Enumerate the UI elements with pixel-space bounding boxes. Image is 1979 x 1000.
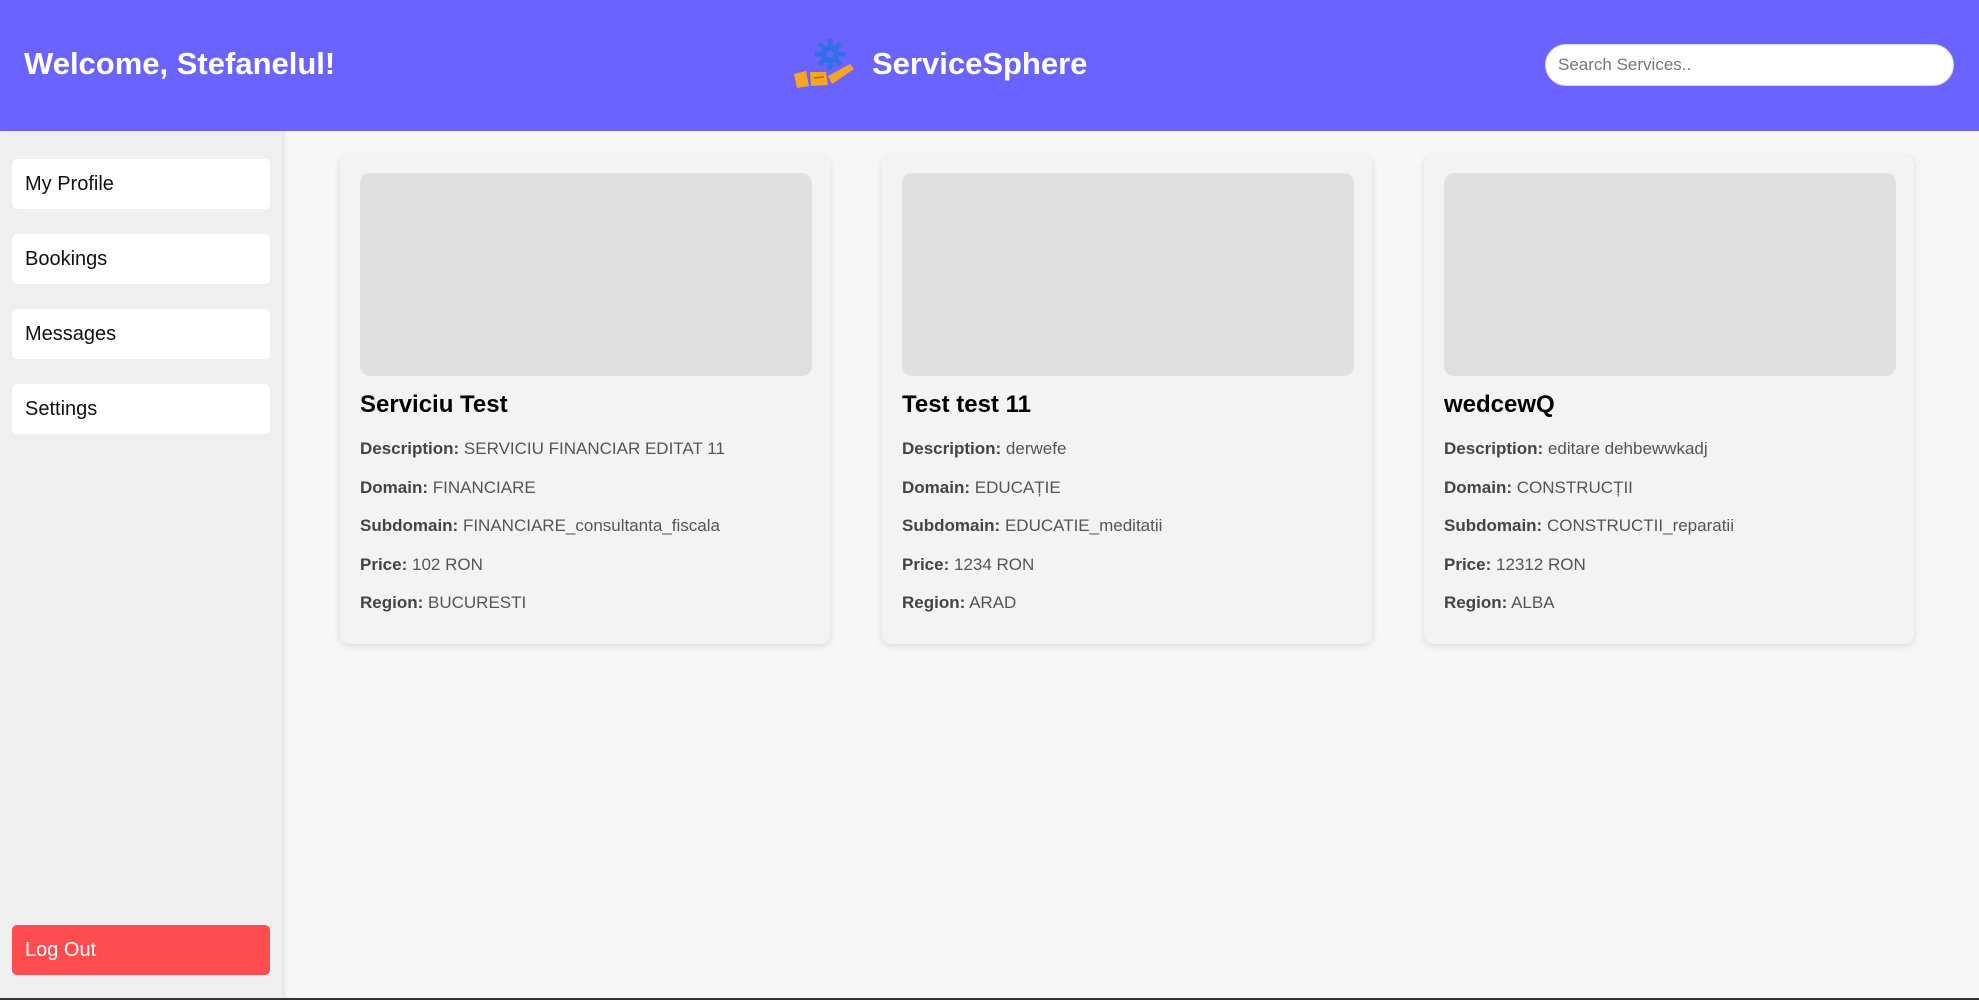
service-description: Description: editare dehbewwkadj (1444, 439, 1708, 458)
service-subdomain: Subdomain: CONSTRUCTII_reparatii (1444, 516, 1734, 535)
service-subdomain: Subdomain: FINANCIARE_consultanta_fiscal… (360, 516, 720, 535)
service-domain: Domain: EDUCAȚIE (902, 478, 1061, 497)
service-title: wedcewQ (1444, 391, 1555, 418)
service-domain: Domain: FINANCIARE (360, 478, 536, 497)
sidebar: My Profile Bookings Messages Settings Lo… (0, 131, 282, 1000)
sidebar-item-messages[interactable]: Messages (12, 309, 270, 359)
service-image-placeholder (360, 173, 812, 376)
service-domain: Domain: CONSTRUCȚII (1444, 478, 1633, 497)
sidebar-item-bookings[interactable]: Bookings (12, 234, 270, 284)
service-card[interactable]: Serviciu Test Description: SERVICIU FINA… (340, 155, 830, 644)
sidebar-item-my-profile[interactable]: My Profile (12, 159, 270, 209)
welcome-message: Welcome, Stefanelul! (24, 46, 336, 81)
header: Welcome, Stefanelul! ServiceSphere (0, 0, 1979, 131)
sidebar-item-settings[interactable]: Settings (12, 384, 270, 434)
hand-gear-logo-icon (794, 39, 854, 88)
service-subdomain: Subdomain: EDUCATIE_meditatii (902, 516, 1163, 535)
service-price: Price: 12312 RON (1444, 555, 1586, 574)
service-title: Serviciu Test (360, 391, 508, 418)
service-card[interactable]: wedcewQ Description: editare dehbewwkadj… (1424, 155, 1914, 644)
service-region: Region: BUCURESTI (360, 593, 527, 612)
service-card[interactable]: Test test 11 Description: derwefe Domain… (882, 155, 1372, 644)
service-region: Region: ARAD (902, 593, 1017, 612)
search-input[interactable] (1545, 44, 1954, 86)
service-region: Region: ALBA (1444, 593, 1555, 612)
service-price: Price: 102 RON (360, 555, 483, 574)
logout-button[interactable]: Log Out (12, 925, 270, 975)
service-title: Test test 11 (902, 391, 1031, 418)
service-image-placeholder (1444, 173, 1896, 376)
service-description: Description: SERVICIU FINANCIAR EDITAT 1… (360, 439, 725, 458)
brand[interactable]: ServiceSphere (792, 34, 1087, 94)
service-price: Price: 1234 RON (902, 555, 1035, 574)
brand-name: ServiceSphere (872, 46, 1088, 81)
service-image-placeholder (902, 173, 1354, 376)
service-description: Description: derwefe (902, 439, 1067, 458)
